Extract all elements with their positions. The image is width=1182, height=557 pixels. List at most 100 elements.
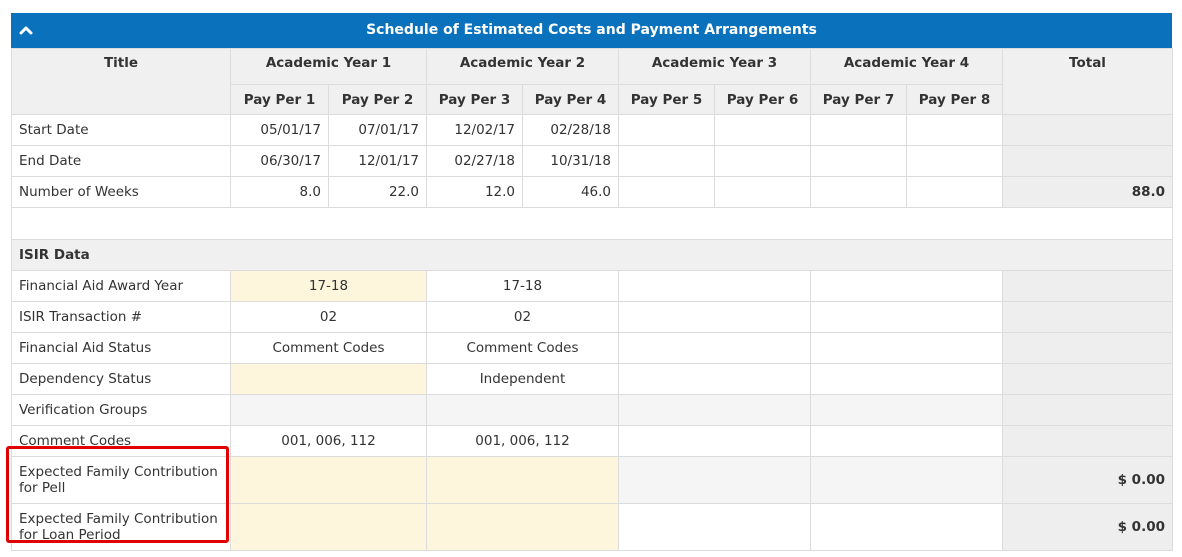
title-column-header: Title [11, 48, 231, 115]
efc-pell-field[interactable] [230, 456, 427, 504]
schedule-table: Title Academic Year 1 Academic Year 2 Ac… [11, 48, 1173, 551]
pay-period-6-header: Pay Per 6 [714, 84, 811, 115]
pay-period-2-header: Pay Per 2 [328, 84, 427, 115]
weeks-cell [906, 176, 1003, 208]
academic-year-3-header: Academic Year 3 [618, 48, 811, 85]
weeks-total: 88.0 [1002, 176, 1173, 208]
start-date-cell [618, 114, 715, 146]
verification-cell [810, 394, 1003, 426]
academic-year-1-header: Academic Year 1 [230, 48, 427, 85]
row-label: End Date [11, 145, 231, 177]
transaction-total [1002, 301, 1173, 333]
dependency-cell [810, 363, 1003, 395]
isir-row-efc-loan: Expected Family Contribution for Loan Pe… [11, 503, 1173, 551]
dependency-total [1002, 363, 1173, 395]
academic-year-2-header: Academic Year 2 [426, 48, 619, 85]
isir-row-dependency: Dependency Status Independent [11, 363, 1173, 395]
pay-period-7-header: Pay Per 7 [810, 84, 907, 115]
isir-row-transaction: ISIR Transaction # 02 02 [11, 301, 1173, 333]
pay-period-4-header: Pay Per 4 [522, 84, 619, 115]
aid-status-cell: Comment Codes [426, 332, 619, 364]
row-label: Financial Aid Status [11, 332, 231, 364]
verification-cell [426, 394, 619, 426]
aid-status-cell [618, 332, 811, 364]
chevron-up-icon[interactable] [19, 24, 33, 36]
end-date-row: End Date 06/30/17 12/01/17 02/27/18 10/3… [11, 145, 1173, 177]
efc-pell-field[interactable] [426, 456, 619, 504]
pay-period-3-header: Pay Per 3 [426, 84, 523, 115]
schedule-panel: Schedule of Estimated Costs and Payment … [11, 13, 1173, 551]
efc-loan-cell [810, 503, 1003, 551]
end-date-cell [714, 145, 811, 177]
spacer-cell [11, 207, 1173, 240]
weeks-cell: 22.0 [328, 176, 427, 208]
isir-row-comment-codes: Comment Codes 001, 006, 112 001, 006, 11… [11, 425, 1173, 457]
dependency-cell [618, 363, 811, 395]
efc-pell-cell [810, 456, 1003, 504]
panel-title: Schedule of Estimated Costs and Payment … [366, 22, 817, 38]
comment-codes-cell: 001, 006, 112 [426, 425, 619, 457]
verification-total [1002, 394, 1173, 426]
start-date-cell [810, 114, 907, 146]
weeks-cell: 8.0 [230, 176, 329, 208]
pay-period-5-header: Pay Per 5 [618, 84, 715, 115]
award-year-field[interactable]: 17-18 [230, 270, 427, 302]
start-date-cell: 02/28/18 [522, 114, 619, 146]
isir-row-aid-status: Financial Aid Status Comment Codes Comme… [11, 332, 1173, 364]
row-label: Number of Weeks [11, 176, 231, 208]
verification-cell [230, 394, 427, 426]
isir-row-verification: Verification Groups [11, 394, 1173, 426]
weeks-cell [714, 176, 811, 208]
number-of-weeks-row: Number of Weeks 8.0 22.0 12.0 46.0 88.0 [11, 176, 1173, 208]
isir-section-row: ISIR Data [11, 239, 1173, 271]
end-date-cell [618, 145, 715, 177]
comment-codes-cell [618, 425, 811, 457]
row-label: Verification Groups [11, 394, 231, 426]
transaction-cell: 02 [230, 301, 427, 333]
award-year-total [1002, 270, 1173, 302]
weeks-cell [618, 176, 715, 208]
pay-period-8-header: Pay Per 8 [906, 84, 1003, 115]
efc-pell-cell [618, 456, 811, 504]
start-date-cell [714, 114, 811, 146]
end-date-total [1002, 145, 1173, 177]
end-date-cell [906, 145, 1003, 177]
award-year-cell [618, 270, 811, 302]
aid-status-total [1002, 332, 1173, 364]
aid-status-cell: Comment Codes [230, 332, 427, 364]
row-label: Expected Family Contribution for Loan Pe… [11, 503, 231, 551]
row-label: Expected Family Contribution for Pell [11, 456, 231, 504]
award-year-cell [810, 270, 1003, 302]
isir-row-award-year: Financial Aid Award Year 17-18 17-18 [11, 270, 1173, 302]
academic-year-4-header: Academic Year 4 [810, 48, 1003, 85]
end-date-cell: 12/01/17 [328, 145, 427, 177]
isir-section-label: ISIR Data [11, 239, 1173, 271]
total-column-header: Total [1002, 48, 1173, 115]
start-date-cell [906, 114, 1003, 146]
efc-loan-field[interactable] [230, 503, 427, 551]
transaction-cell [618, 301, 811, 333]
panel-header: Schedule of Estimated Costs and Payment … [11, 13, 1172, 48]
row-label: Start Date [11, 114, 231, 146]
comment-codes-total [1002, 425, 1173, 457]
start-date-total [1002, 114, 1173, 146]
efc-loan-field[interactable] [426, 503, 619, 551]
start-date-cell: 07/01/17 [328, 114, 427, 146]
dependency-field[interactable] [230, 363, 427, 395]
start-date-cell: 12/02/17 [426, 114, 523, 146]
efc-loan-cell [618, 503, 811, 551]
verification-cell [618, 394, 811, 426]
row-label: ISIR Transaction # [11, 301, 231, 333]
start-date-cell: 05/01/17 [230, 114, 329, 146]
weeks-cell: 46.0 [522, 176, 619, 208]
comment-codes-cell [810, 425, 1003, 457]
end-date-cell [810, 145, 907, 177]
end-date-cell: 10/31/18 [522, 145, 619, 177]
efc-pell-total: $ 0.00 [1002, 456, 1173, 504]
efc-loan-total: $ 0.00 [1002, 503, 1173, 551]
dependency-cell: Independent [426, 363, 619, 395]
isir-row-efc-pell: Expected Family Contribution for Pell $ … [11, 456, 1173, 504]
pay-period-1-header: Pay Per 1 [230, 84, 329, 115]
transaction-cell: 02 [426, 301, 619, 333]
weeks-cell [810, 176, 907, 208]
